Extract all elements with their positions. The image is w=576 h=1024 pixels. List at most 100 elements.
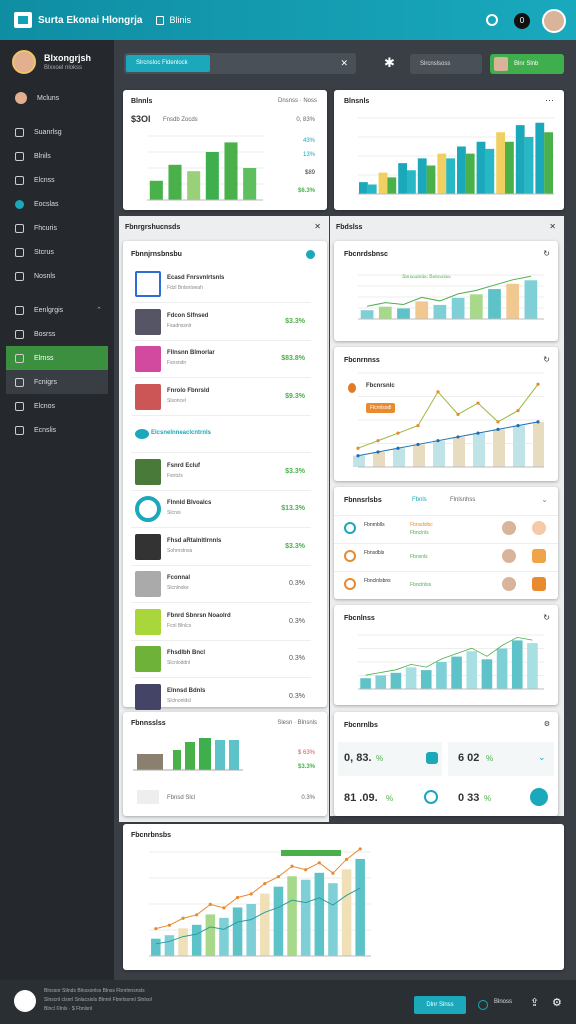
point (436, 390, 440, 394)
list-item[interactable]: Fllnsnn Blmorlar Fsnsndn $83.8% (131, 342, 311, 378)
chevron-down-icon[interactable]: ⌄ (541, 495, 548, 504)
bar (393, 448, 405, 467)
star-icon[interactable]: ✱ (384, 55, 395, 71)
sidebar-item[interactable]: Ecnslis (0, 418, 114, 442)
list-item[interactable]: Fhsd aRtalnltlrnnls Sohrnstnsa $3.3% (131, 530, 311, 566)
line-chart-card[interactable]: Fbcnrnnss ↻ Fbcnrsnlc Flcrnlsodl (334, 347, 558, 481)
table-row[interactable]: Fbnrnblls Fbnsdslbc Fbnclnls (334, 515, 558, 541)
bar (524, 280, 538, 319)
footer-button[interactable]: Dlnr Slnss (414, 996, 466, 1014)
bar-chart-card[interactable]: Fbcnlnss ↻ (334, 605, 558, 705)
sidebar-item[interactable]: Fcnigrs (6, 370, 108, 394)
tab-2[interactable]: Flnlsnhss (450, 497, 475, 503)
cell: Fbnsdbls (364, 550, 385, 556)
more-icon[interactable]: ⋯ (545, 95, 554, 106)
list-item[interactable]: Fsnrd Ecluf Fsntcls $3.3% (131, 455, 311, 491)
table-row[interactable]: Fbnclnlsbns Fbnclnlss (334, 571, 558, 597)
point (222, 906, 226, 910)
point (235, 895, 240, 900)
list-item[interactable]: Fnrolo Fbnrsld Slsoncel $9.3% (131, 380, 311, 416)
bar (473, 433, 485, 467)
tab-1[interactable]: Fbnls (412, 497, 427, 503)
chevron-up-icon[interactable]: ⌃ (96, 306, 102, 314)
sidebar-item[interactable]: Bosrss (0, 322, 114, 346)
sidebar-item[interactable]: Eocslas (0, 192, 114, 216)
list-item[interactable]: Fdcon Slfnsed Fsadnssnlr $3.3% (131, 305, 311, 341)
help-icon[interactable] (478, 1000, 488, 1010)
clear-icon[interactable]: ✕ (340, 58, 348, 69)
sidebar-item[interactable]: Suanrlsg (0, 120, 114, 144)
user-profile[interactable]: Blxongrjsh Blxxoel nlokss (0, 40, 114, 74)
sidebar-item[interactable]: Eenlgrgis ⌃ (0, 298, 114, 322)
notification-icon[interactable]: 0 (514, 13, 530, 29)
search-icon[interactable] (486, 14, 498, 26)
sidebar-item[interactable]: Elcnss (0, 168, 114, 192)
action-button[interactable] (532, 521, 546, 535)
overview-card[interactable]: Fbcnrbnsbs (123, 824, 564, 970)
summary-card[interactable]: Blnnls Dnsnss · Noss $3Ol Fnsdb Zocds 0,… (123, 90, 327, 210)
list-item[interactable]: Fhsdlbh Bncl Slcnloddnl 0.3% (131, 642, 311, 678)
sidebar-item-label: Suanrlsg (34, 128, 62, 136)
cell: Fbnsdslbc (410, 522, 433, 528)
user-avatar[interactable] (542, 9, 566, 33)
list-item[interactable]: Fbnrd Sbnrsn Noaolrd Fcnl Blnlcs 0.3% (131, 605, 311, 641)
action-button[interactable] (532, 577, 546, 591)
settings-icon (15, 305, 24, 315)
sidebar-item[interactable]: Stcrus (0, 240, 114, 264)
close-icon[interactable]: ✕ (549, 222, 556, 231)
footer-link[interactable]: Blnoss (494, 999, 512, 1005)
sidebar-item[interactable]: Elcnos (0, 394, 114, 418)
list-item[interactable]: Ecasd Fnrsvnlrtsnls Fdzl Bnlsntoeah (131, 267, 311, 303)
profile-button[interactable]: Blnr Slnb (490, 54, 564, 74)
stat-2: $3.3% (297, 764, 315, 770)
table-card[interactable]: Fbnnsrlsbs Fbnls Flnlsnhss ⌄ Fbnrnblls Fb… (334, 487, 558, 599)
app-logo[interactable] (14, 12, 32, 28)
point (208, 902, 212, 906)
point (416, 424, 420, 428)
stats-card[interactable]: Fbcnrnlbs ⚙ 0, 83.% 6 02% ⌄ 81 .09.% 0 3… (334, 712, 558, 816)
trend-card[interactable]: Fbcnrdsbnsc ↻ Sbnssdnlbc Bolnsnlss (334, 241, 558, 341)
top-bar: Surta Ekonai Hlongrja Blinis 0 (0, 0, 576, 40)
close-icon[interactable]: ✕ (314, 222, 321, 231)
thumbnail (135, 496, 161, 522)
share-icon[interactable]: ⇪ (530, 996, 539, 1009)
settings-icon[interactable]: ⚙ (544, 720, 550, 728)
chevron-down-icon[interactable]: ⌄ (538, 752, 546, 763)
filter-button[interactable]: Slrcnslsoss (410, 54, 482, 74)
action-icon[interactable] (530, 788, 548, 806)
bar (496, 132, 506, 194)
point (167, 923, 172, 927)
bar (246, 904, 256, 956)
action-button[interactable] (532, 549, 546, 563)
check-icon[interactable] (426, 752, 438, 764)
refresh-icon[interactable]: ↻ (543, 355, 550, 364)
bar (387, 177, 397, 194)
sidebar-item[interactable]: Nosnls (0, 264, 114, 288)
refresh-icon[interactable] (306, 250, 315, 259)
bar (417, 158, 427, 194)
mini-card[interactable]: Fbnnsslss Slesn · Blnsnls $ 63% $3.3% Fb… (123, 712, 327, 816)
card-title: Fbcnrdsbnsc (344, 251, 388, 258)
stat-2: 43% (302, 138, 315, 144)
avatar (502, 521, 516, 535)
cell: Fbnclnlsbns (364, 578, 391, 584)
thumbnail (135, 608, 161, 635)
stat-5: $6.3% (297, 188, 315, 194)
tab-label[interactable]: Blinis (169, 15, 191, 25)
refresh-icon[interactable]: ↻ (543, 249, 550, 258)
info-icon[interactable] (424, 790, 438, 804)
list-item[interactable]: Elnnsd Bdnls Slclnonldsl 0.3% (131, 680, 311, 716)
point (249, 892, 253, 896)
list-item[interactable]: Flnnld Blvoalcs Slcnoi $13.3% (131, 492, 311, 528)
table-row[interactable]: Fbnsdbls Fbnsnls (334, 543, 558, 569)
search-input[interactable]: Slrcnsloc Fldenlock ✕ (124, 53, 356, 74)
sidebar-item[interactable]: Fhcuris (0, 216, 114, 240)
settings-icon[interactable]: ⚙ (552, 996, 562, 1009)
trend-card[interactable]: Blnsnls ⋯ (334, 90, 564, 210)
list-item[interactable]: Fconnal Slcnlnoke 0.3% (131, 567, 311, 603)
sidebar-item[interactable]: Blnils (0, 144, 114, 168)
list-item[interactable]: Elcsnelnneaclcntrnls (131, 417, 311, 453)
refresh-icon[interactable]: ↻ (543, 613, 550, 622)
sidebar-item[interactable]: Mcluns (0, 86, 114, 110)
sidebar-item[interactable]: Elrnss (6, 346, 108, 370)
